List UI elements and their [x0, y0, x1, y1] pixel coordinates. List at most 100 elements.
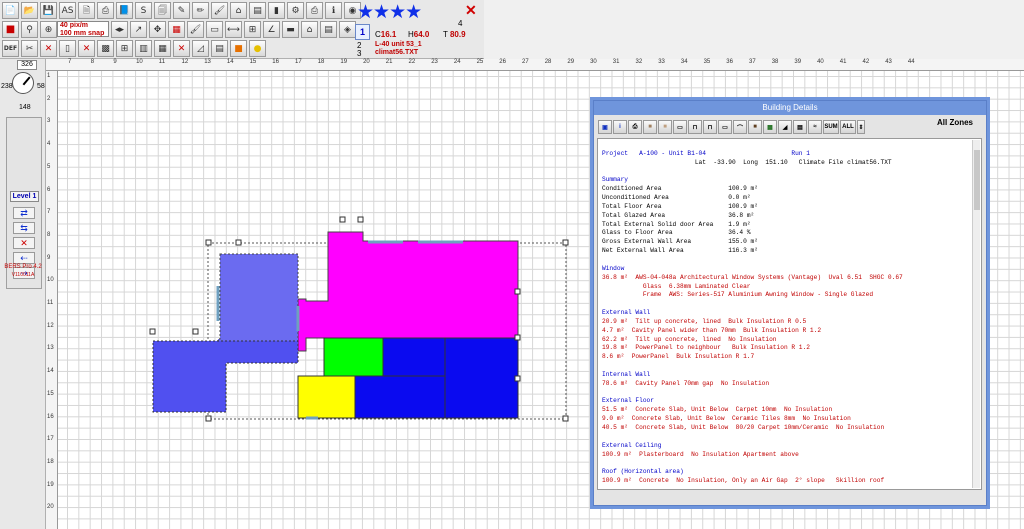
- zone-icon[interactable]: ■: [748, 120, 762, 134]
- tools-icon[interactable]: ✂: [21, 40, 38, 57]
- door-tool-icon[interactable]: ▯: [59, 40, 76, 57]
- skylight-icon[interactable]: ▭: [718, 120, 732, 134]
- shade-tool-icon[interactable]: ▬: [282, 21, 299, 38]
- wall-icon[interactable]: ■: [643, 120, 657, 134]
- snap-setting[interactable]: 40 pix/m 100 mm snap: [57, 21, 109, 37]
- ruler-top-label: 20: [363, 59, 370, 65]
- delete-level-icon[interactable]: ✕: [13, 237, 35, 249]
- level-1-button[interactable]: 1: [355, 24, 370, 40]
- print-icon[interactable]: ⎙: [97, 2, 114, 19]
- roof-heading: Roof (Horizontal area): [602, 468, 684, 476]
- paint-icon[interactable]: 🖌: [211, 2, 228, 19]
- save-icon[interactable]: ▣: [598, 120, 612, 134]
- ruler-left-label: 14: [47, 368, 54, 375]
- nudge-arrows-icon[interactable]: ◂▸: [111, 21, 128, 38]
- level-down-icon[interactable]: ⇆: [13, 222, 35, 234]
- edit-icon[interactable]: ✎: [173, 2, 190, 19]
- save-icon[interactable]: 💾: [40, 2, 57, 19]
- compass-icon[interactable]: [12, 72, 34, 94]
- as-icon[interactable]: AS: [59, 2, 76, 19]
- zone-blue-mid[interactable]: [382, 337, 446, 377]
- wave-icon[interactable]: ≈: [808, 120, 822, 134]
- stack-icon[interactable]: ▤: [249, 2, 266, 19]
- default-button[interactable]: DEF: [2, 40, 19, 57]
- dimension-icon[interactable]: ⟷: [225, 21, 242, 38]
- s-icon[interactable]: S: [135, 2, 152, 19]
- sum-button[interactable]: SUM: [823, 120, 839, 134]
- table-icon[interactable]: ▦: [154, 40, 171, 57]
- color-icon[interactable]: ■: [230, 40, 247, 57]
- level-up-icon[interactable]: ⇄: [13, 207, 35, 219]
- ruler-top-label: 25: [476, 59, 484, 65]
- floor-icon[interactable]: ■: [658, 120, 672, 134]
- remove-icon[interactable]: ✕: [173, 40, 190, 57]
- ceiling-icon[interactable]: ▭: [673, 120, 687, 134]
- print2-icon[interactable]: ⎙: [306, 2, 323, 19]
- ruler-left-label: 1: [47, 73, 51, 79]
- print-icon[interactable]: ⎙: [628, 120, 642, 134]
- zoom-icon[interactable]: ⚲: [21, 21, 38, 38]
- orientation-input[interactable]: 326: [17, 60, 37, 70]
- levels-icon[interactable]: ▤: [211, 40, 228, 57]
- info-icon[interactable]: i: [613, 120, 627, 134]
- zone-blue-right[interactable]: [444, 337, 519, 419]
- zone-yellow[interactable]: [297, 375, 356, 419]
- paint-icon[interactable]: 🖌: [187, 21, 204, 38]
- move-tool-icon[interactable]: ✥: [149, 21, 166, 38]
- info-icon[interactable]: ℹ: [325, 2, 342, 19]
- zone-green[interactable]: [323, 337, 384, 377]
- stat-heating: H64.0: [408, 30, 430, 39]
- zone-fill-icon[interactable]: ▩: [97, 40, 114, 57]
- ruler-top-label: 39: [794, 59, 802, 65]
- copy-level-up-icon[interactable]: ⇠: [13, 252, 35, 264]
- zone-blue-bottom[interactable]: [354, 375, 446, 419]
- zone-magenta[interactable]: [297, 231, 519, 352]
- level-label[interactable]: Level 1: [10, 191, 39, 202]
- ruler-top-label: 24: [453, 59, 461, 65]
- curve-tool-icon[interactable]: ↗: [130, 21, 147, 38]
- ruler-left-label: 16: [47, 413, 54, 420]
- external-ceiling-list: 100.9 m² Plasterboard No Insulation Apar…: [602, 451, 977, 460]
- zones-icon[interactable]: ▦: [168, 21, 185, 38]
- new-file-icon[interactable]: 📄: [2, 2, 19, 19]
- zoom-window-icon[interactable]: ■: [2, 21, 19, 38]
- settings-icon[interactable]: ⚙: [287, 2, 304, 19]
- pattern-icon[interactable]: ▥: [135, 40, 152, 57]
- door-icon[interactable]: ⊓: [703, 120, 717, 134]
- draw-icon[interactable]: ✏: [192, 2, 209, 19]
- profile-icon[interactable]: ◿: [192, 40, 209, 57]
- window-icon[interactable]: ⌂: [230, 2, 247, 19]
- rotate-icon[interactable]: ◈: [339, 21, 356, 38]
- zone-blue-left[interactable]: [152, 340, 299, 413]
- summary-row: Unconditioned Area 0.0 m²: [602, 194, 751, 202]
- page-icon[interactable]: 🗐: [154, 2, 171, 19]
- roof-tool-icon[interactable]: ⌂: [301, 21, 318, 38]
- window-icon[interactable]: ⊓: [688, 120, 702, 134]
- wall-tool-icon[interactable]: ▭: [206, 21, 223, 38]
- levels-icon[interactable]: ▤: [793, 120, 807, 134]
- pan-icon[interactable]: ⊕: [40, 21, 57, 38]
- table-icon[interactable]: ▦: [763, 120, 777, 134]
- spinner-icon[interactable]: ⇕: [857, 120, 865, 134]
- angle-tool-icon[interactable]: ∠: [263, 21, 280, 38]
- delete-opening-icon[interactable]: ✕: [78, 40, 95, 57]
- zone-periwinkle[interactable]: [217, 253, 299, 352]
- report-scrollbar[interactable]: [972, 140, 980, 488]
- shade-icon[interactable]: ⌒: [733, 120, 747, 134]
- chart-icon[interactable]: ▮: [268, 2, 285, 19]
- window-tool-icon[interactable]: ⊞: [244, 21, 261, 38]
- close-icon[interactable]: ✕: [465, 2, 477, 19]
- level-2-button[interactable]: 2 3: [357, 42, 361, 58]
- delete-wall-icon[interactable]: ✕: [40, 40, 57, 57]
- window-heading: Window: [602, 264, 625, 272]
- height-tool-icon[interactable]: ▤: [320, 21, 337, 38]
- ruler-top-label: 38: [771, 59, 779, 65]
- book-icon[interactable]: 📘: [116, 2, 133, 19]
- export-icon[interactable]: 🗎: [78, 2, 95, 19]
- zone-filter[interactable]: All Zones: [937, 118, 973, 127]
- open-folder-icon[interactable]: 📂: [21, 2, 38, 19]
- grid-icon[interactable]: ⊞: [116, 40, 133, 57]
- all-button[interactable]: ALL: [840, 120, 856, 134]
- light-icon[interactable]: ●: [249, 40, 266, 57]
- chart-icon[interactable]: ◢: [778, 120, 792, 134]
